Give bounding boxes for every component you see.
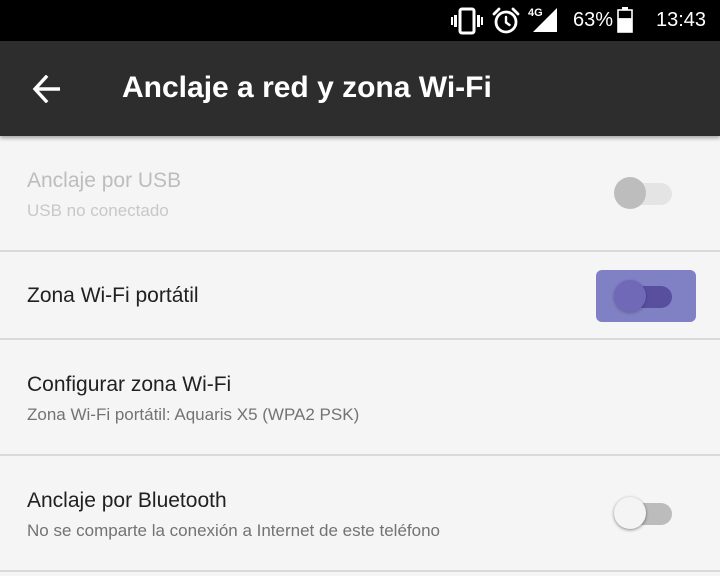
- setting-bluetooth-tethering[interactable]: Anclaje por Bluetooth No se comparte la …: [0, 456, 720, 572]
- settings-list: Anclaje por USB USB no conectado Zona Wi…: [0, 136, 720, 572]
- bluetooth-tethering-toggle[interactable]: [614, 491, 676, 531]
- alarm-icon: [492, 7, 520, 40]
- setting-usb-tethering: Anclaje por USB USB no conectado: [0, 136, 720, 252]
- setting-title: Anclaje por Bluetooth: [27, 489, 227, 512]
- battery-percent: 63%: [573, 9, 614, 31]
- battery-fill: [618, 18, 632, 32]
- toggle-thumb: [614, 497, 646, 529]
- setting-title: Anclaje por USB: [27, 169, 182, 192]
- back-button[interactable]: [22, 66, 74, 112]
- toggle-thumb: [614, 177, 646, 209]
- setting-subtitle: Zona Wi-Fi portátil: Aquaris X5 (WPA2 PS…: [27, 405, 360, 424]
- usb-tethering-toggle[interactable]: [614, 171, 676, 211]
- setting-configure-hotspot[interactable]: Configurar zona Wi-Fi Zona Wi-Fi portáti…: [0, 340, 720, 456]
- setting-title: Configurar zona Wi-Fi: [27, 373, 232, 396]
- clock: 13:43: [656, 9, 707, 31]
- page-title: Anclaje a red y zona Wi-Fi: [122, 71, 492, 104]
- setting-subtitle: No se comparte la conexión a Internet de…: [27, 521, 440, 540]
- toggle-thumb: [614, 280, 646, 312]
- setting-portable-hotspot[interactable]: Zona Wi-Fi portátil: [0, 252, 720, 340]
- arrow-left-icon: [32, 75, 60, 103]
- portable-hotspot-toggle[interactable]: [614, 274, 676, 314]
- signal-4g-icon: [532, 7, 558, 38]
- status-bar: 4G 63% 13:43: [0, 0, 720, 41]
- setting-subtitle: USB no conectado: [27, 201, 169, 220]
- setting-title: Zona Wi-Fi portátil: [27, 284, 199, 307]
- vibrate-icon: [451, 7, 483, 40]
- battery-icon: [617, 7, 633, 38]
- app-bar: Anclaje a red y zona Wi-Fi: [0, 41, 720, 136]
